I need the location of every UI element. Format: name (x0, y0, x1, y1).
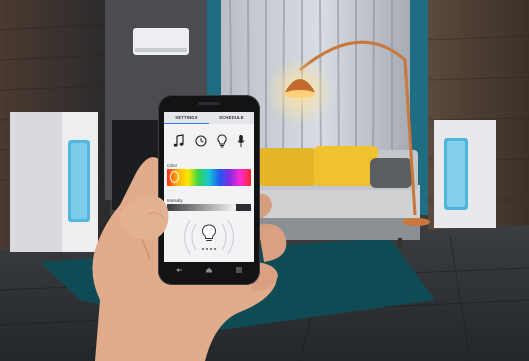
thumb (118, 196, 169, 240)
photo-scene: SETTINGS SCHEDULE Color Intensity (0, 0, 529, 361)
